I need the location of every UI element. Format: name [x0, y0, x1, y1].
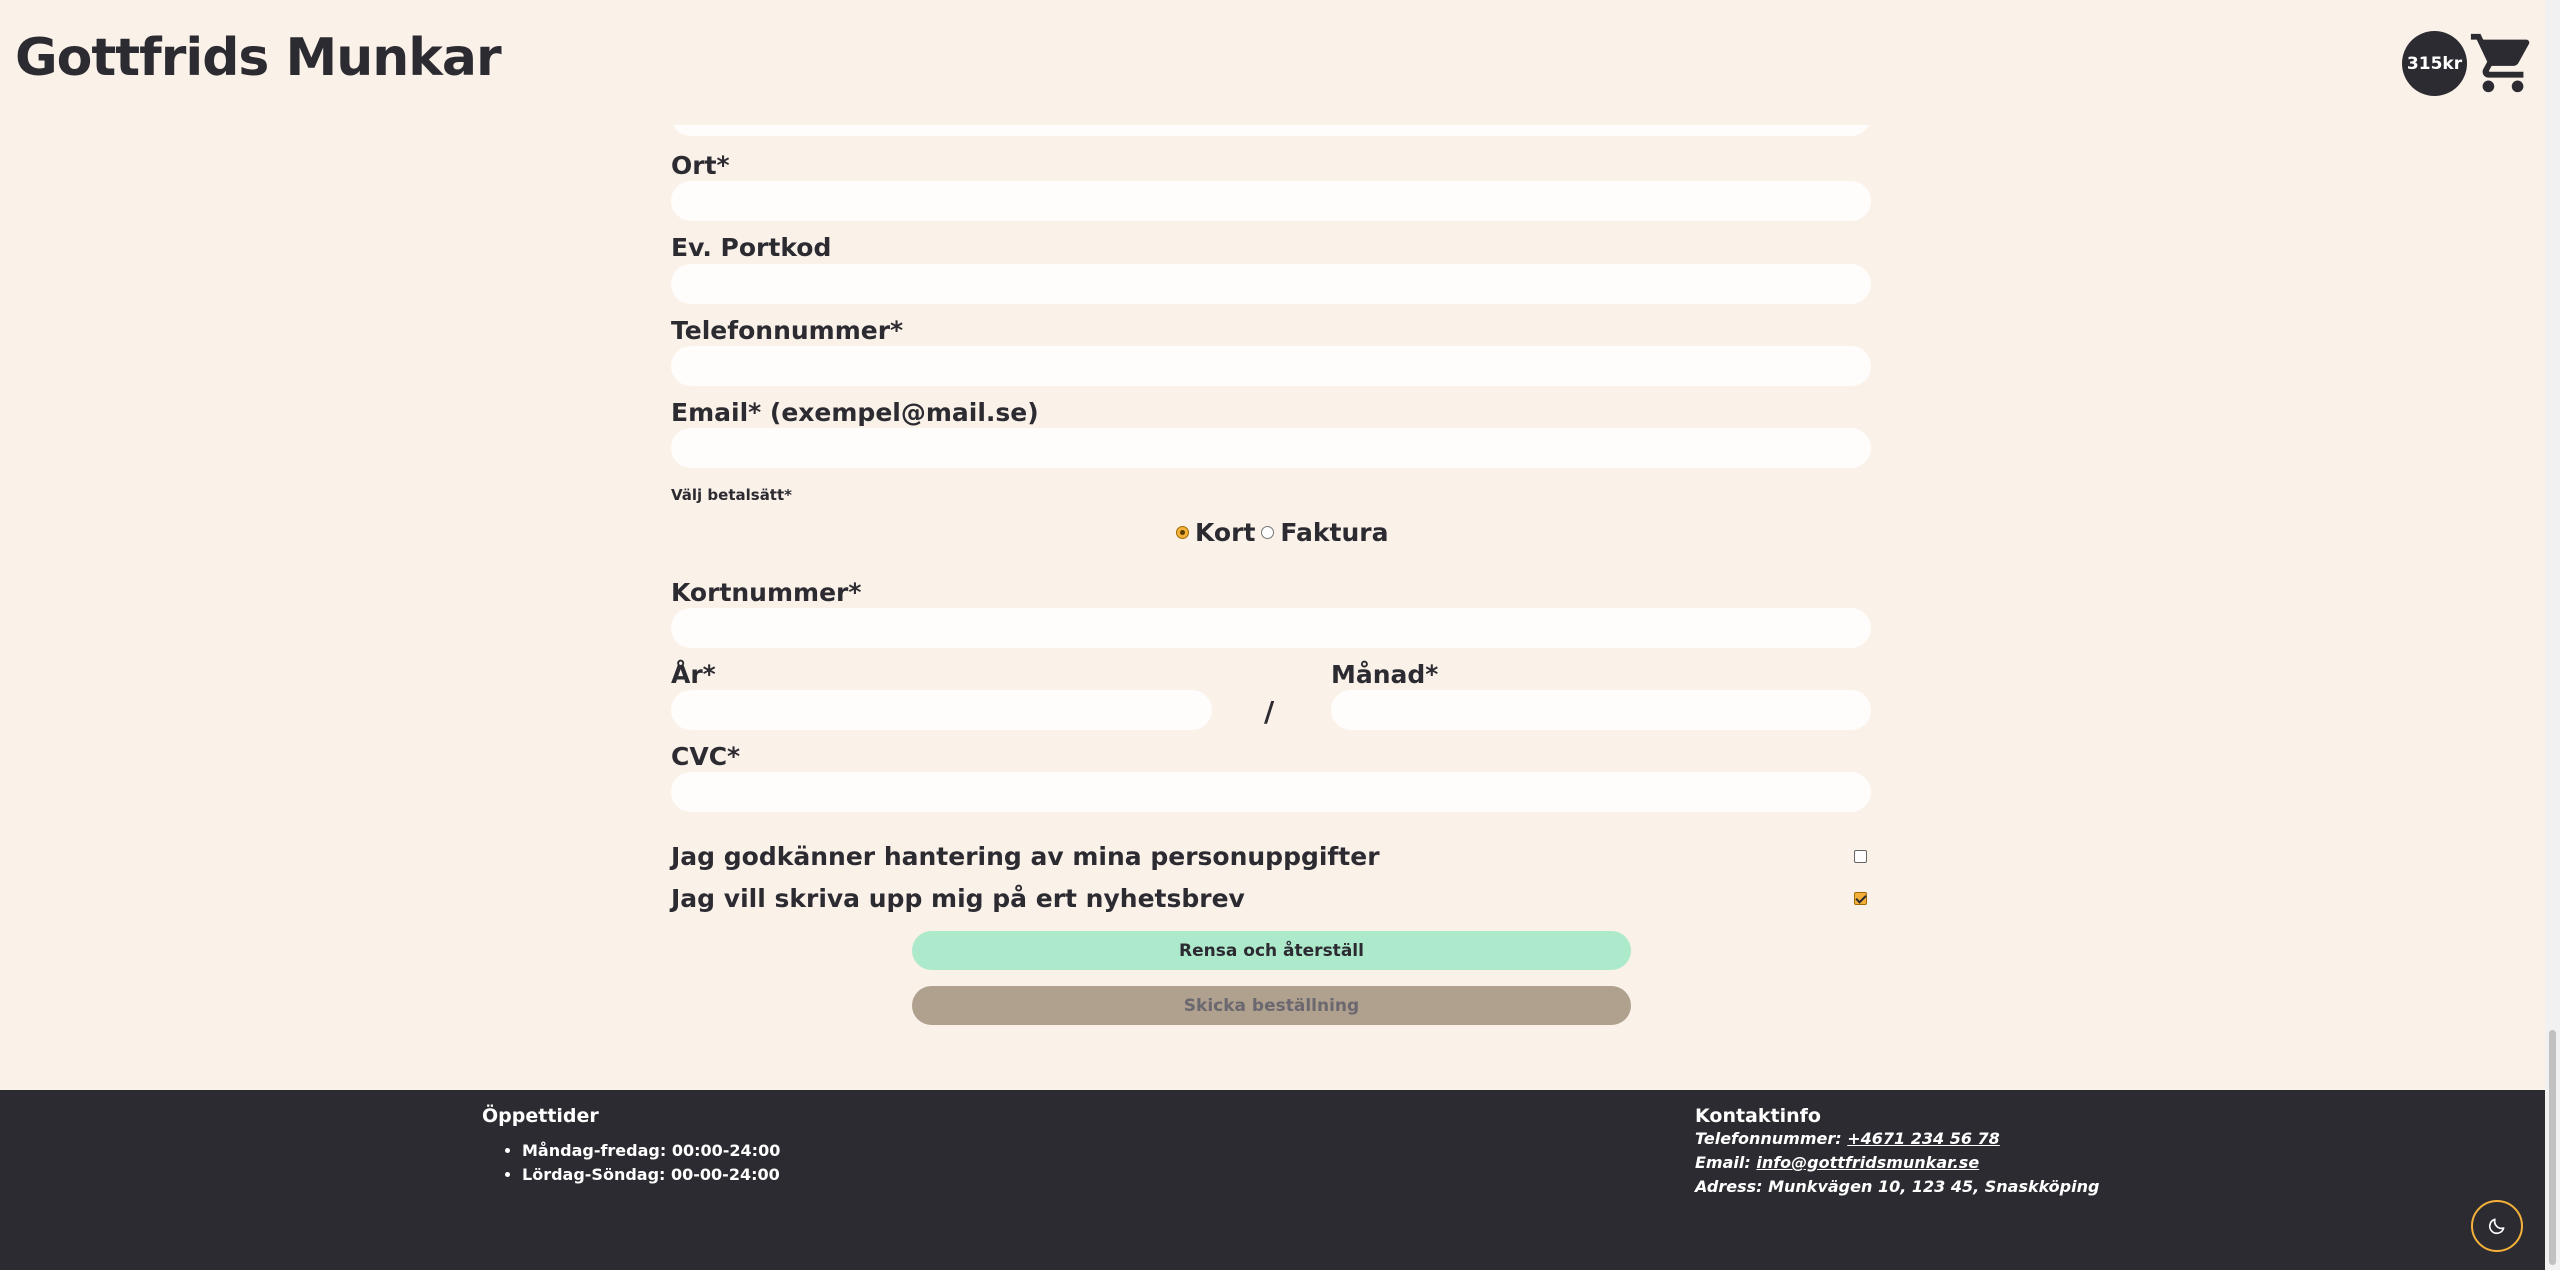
month-input[interactable]	[1331, 690, 1871, 730]
contact-info-title: Kontaktinfo	[1695, 1105, 1821, 1127]
cart-total-badge[interactable]: 315kr	[2402, 31, 2467, 96]
opening-hours-title: Öppettider	[482, 1105, 599, 1127]
contact-phone-label: Telefonnummer:	[1695, 1129, 1842, 1148]
payment-method-label: Välj betalsätt*	[671, 486, 792, 504]
card-number-input[interactable]	[671, 608, 1871, 648]
reset-button[interactable]: Rensa och återställ	[912, 931, 1631, 970]
site-logo[interactable]: Gottfrids Munkar	[15, 28, 502, 88]
newsletter-checkbox[interactable]	[1854, 892, 1867, 905]
newsletter-row: Jag vill skriva upp mig på ert nyhetsbre…	[671, 884, 1871, 913]
contact-phone: Telefonnummer: +4671 234 56 78	[1695, 1127, 2099, 1151]
email-label: Email* (exempel@mail.se)	[671, 398, 1039, 427]
newsletter-label: Jag vill skriva upp mig på ert nyhetsbre…	[671, 884, 1245, 913]
year-label: År*	[671, 660, 716, 689]
date-separator: /	[1264, 695, 1275, 728]
card-radio-label[interactable]: Kort	[1195, 518, 1255, 547]
contact-email: Email: info@gottfridsmunkar.se	[1695, 1151, 2099, 1175]
theme-toggle-button[interactable]	[2471, 1200, 2523, 1252]
contact-phone-link[interactable]: +4671 234 56 78	[1847, 1129, 2000, 1148]
moon-icon	[2488, 1218, 2505, 1235]
cvc-input[interactable]	[671, 772, 1871, 812]
opening-hours-item: Måndag-fredag: 00:00-24:00	[522, 1139, 780, 1163]
contact-email-link[interactable]: info@gottfridsmunkar.se	[1756, 1153, 1979, 1172]
year-input[interactable]	[671, 690, 1212, 730]
contact-info: Kontaktinfo Telefonnummer: +4671 234 56 …	[1695, 1105, 2099, 1199]
shopping-cart-icon[interactable]	[2468, 28, 2538, 98]
opening-hours: Öppettider Måndag-fredag: 00:00-24:00 Lö…	[482, 1105, 780, 1187]
card-number-label: Kortnummer*	[671, 578, 862, 607]
month-label: Månad*	[1331, 660, 1439, 689]
consent-label: Jag godkänner hantering av mina personup…	[671, 842, 1380, 871]
page-scrollbar[interactable]	[2545, 0, 2560, 1270]
opening-hours-list: Måndag-fredag: 00:00-24:00 Lördag-Söndag…	[482, 1139, 780, 1187]
site-footer: Öppettider Måndag-fredag: 00:00-24:00 Lö…	[0, 1090, 2545, 1270]
payment-method-options: Kort Faktura	[1176, 518, 1388, 547]
door-code-input[interactable]	[671, 264, 1871, 304]
site-header: Gottfrids Munkar 315kr	[0, 0, 2545, 125]
cvc-label: CVC*	[671, 742, 741, 771]
phone-input[interactable]	[671, 346, 1871, 386]
invoice-radio-label[interactable]: Faktura	[1280, 518, 1388, 547]
city-label: Ort*	[671, 151, 730, 180]
scrollbar-thumb[interactable]	[2549, 1030, 2556, 1265]
phone-label: Telefonnummer*	[671, 316, 904, 345]
card-radio[interactable]	[1176, 526, 1189, 539]
opening-hours-item: Lördag-Söndag: 00-00-24:00	[522, 1163, 780, 1187]
email-input[interactable]	[671, 428, 1871, 468]
submit-order-button[interactable]: Skicka beställning	[912, 986, 1631, 1025]
city-input[interactable]	[671, 181, 1871, 221]
contact-address: Adress: Munkvägen 10, 123 45, Snaskköpin…	[1695, 1177, 2100, 1196]
contact-email-label: Email:	[1695, 1153, 1751, 1172]
consent-row: Jag godkänner hantering av mina personup…	[671, 842, 1871, 871]
invoice-radio[interactable]	[1261, 526, 1275, 539]
door-code-label: Ev. Portkod	[671, 233, 832, 262]
consent-checkbox[interactable]	[1854, 850, 1867, 863]
